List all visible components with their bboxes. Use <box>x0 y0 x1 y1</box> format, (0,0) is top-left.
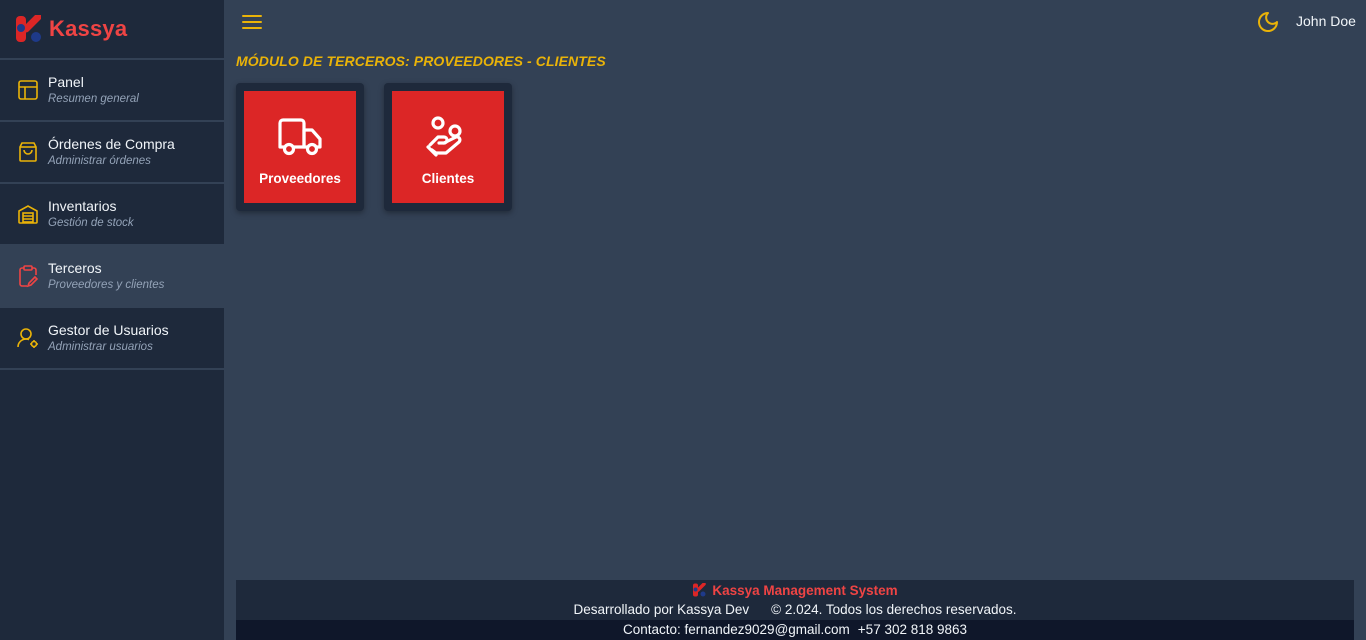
footer-title-text: Kassya Management System <box>712 582 898 598</box>
footer-developer: Desarrollado por Kassya Dev <box>573 602 750 617</box>
footer: Kassya Management System Desarrollado po… <box>236 580 1354 640</box>
footer-title: Kassya Management System <box>236 580 1354 600</box>
clientes-button[interactable]: Clientes <box>392 91 504 203</box>
clipboard-icon <box>19 265 39 288</box>
sidebar-item-label: Panel <box>48 73 84 90</box>
footer-contact: Contacto: fernandez9029@gmail.com +57 302… <box>236 620 1354 640</box>
footer-email[interactable]: Contacto: fernandez9029@gmail.com <box>623 622 850 637</box>
brand-name: Kassya <box>49 16 128 41</box>
footer-credits: Desarrollado por Kassya Dev © 2.024. Todo… <box>236 600 1354 620</box>
footer-phone[interactable]: +57 302 818 9863 <box>858 622 967 637</box>
page-title: MÓDULO DE TERCEROS: PROVEEDORES - CLIENT… <box>236 53 606 69</box>
sidebar-item-sublabel: Administrar usuarios <box>48 340 153 353</box>
sidebar-item-sublabel: Resumen general <box>48 92 139 105</box>
brand[interactable]: Kassya <box>0 0 224 60</box>
sidebar-item-sublabel: Gestión de stock <box>48 216 134 229</box>
card-label: Clientes <box>421 171 475 186</box>
proveedores-button[interactable]: Proveedores <box>244 91 356 203</box>
hand-coins-icon <box>426 116 462 157</box>
sidebar-item-label: Órdenes de Compra <box>48 135 175 152</box>
shopping-bag-icon <box>19 142 37 162</box>
sidebar-item-label: Terceros <box>48 259 102 276</box>
warehouse-icon <box>18 205 38 224</box>
card-clientes-container: Clientes <box>384 83 512 211</box>
kassya-logo-icon <box>16 15 41 42</box>
user-gear-icon <box>17 328 38 348</box>
sidebar-item-label: Inventarios <box>48 197 117 214</box>
sidebar-item-usuarios[interactable]: Gestor de Usuarios Administrar usuarios <box>0 308 224 370</box>
sidebar-item-sublabel: Administrar órdenes <box>48 154 151 167</box>
sidebar-item-sublabel: Proveedores y clientes <box>48 278 165 291</box>
sidebar-item-terceros[interactable]: Terceros Proveedores y clientes <box>0 246 224 308</box>
layout-icon <box>18 80 38 100</box>
moon-icon[interactable] <box>1256 10 1280 34</box>
card-proveedores-container: Proveedores <box>236 83 364 211</box>
sidebar: Kassya Panel Resumen general Órdenes de … <box>0 0 224 640</box>
sidebar-item-label: Gestor de Usuarios <box>48 321 169 338</box>
user-name[interactable]: John Doe <box>1296 13 1356 29</box>
sidebar-item-panel[interactable]: Panel Resumen general <box>0 60 224 122</box>
kassya-logo-icon <box>693 583 707 597</box>
footer-copyright: © 2.024. Todos los derechos reservados. <box>771 602 1017 617</box>
truck-icon <box>278 118 322 156</box>
sidebar-item-inventarios[interactable]: Inventarios Gestión de stock <box>0 184 224 246</box>
card-label: Proveedores <box>259 171 341 186</box>
hamburger-menu-icon[interactable] <box>240 10 264 34</box>
sidebar-item-ordenes[interactable]: Órdenes de Compra Administrar órdenes <box>0 122 224 184</box>
